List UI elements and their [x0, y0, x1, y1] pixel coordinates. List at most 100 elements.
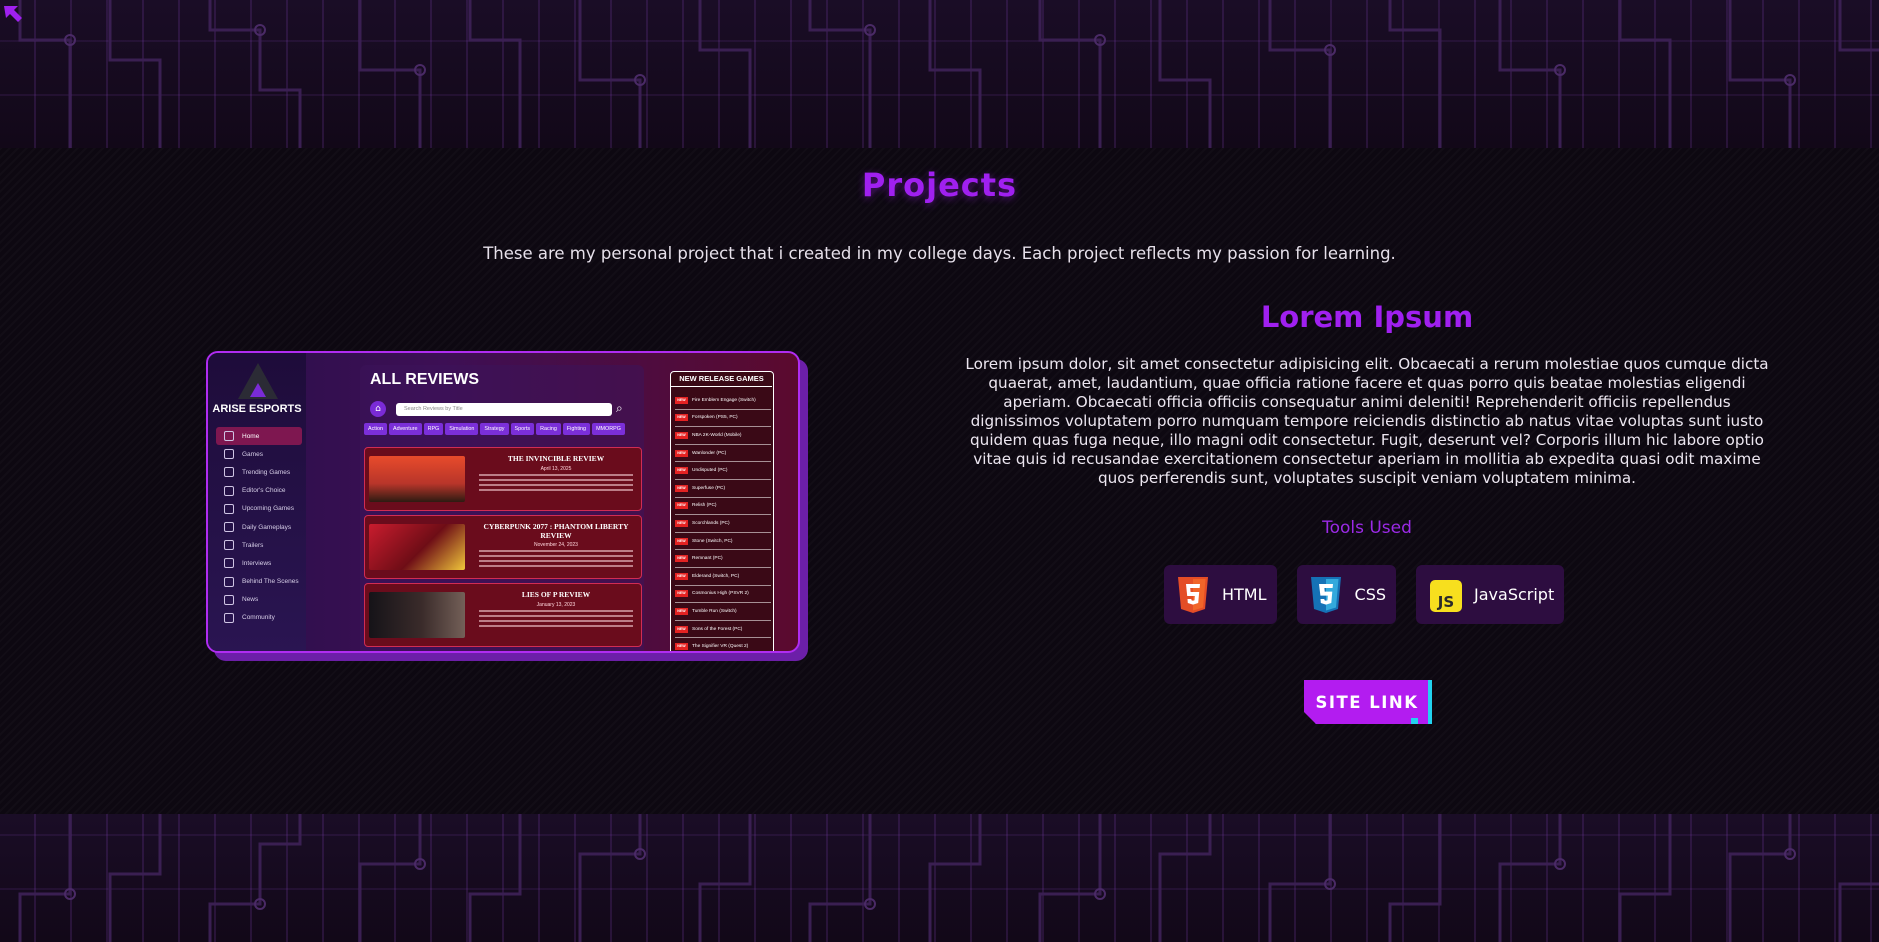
project-description: Lorem ipsum dolor, sit amet consectetur … — [965, 355, 1769, 487]
preview-brand: ARISE ESPORTS — [212, 403, 302, 415]
preview-categories: Action Adventure RPG Simulation Strategy… — [364, 423, 644, 435]
review-thumbnail — [369, 456, 465, 502]
preview-nav-item: Upcoming Games — [216, 500, 302, 518]
preview-nav-item: Trailers — [216, 536, 302, 554]
review-date: April 13, 2025 — [540, 466, 572, 472]
preview-nav-item: Community — [216, 609, 302, 627]
preview-home-icon: ⌂ — [370, 401, 386, 417]
circuit-pattern — [18, 0, 1879, 148]
scroll-top-arrow-icon[interactable] — [0, 2, 26, 28]
tool-html: HTML — [1164, 565, 1277, 624]
camera-icon — [224, 576, 234, 587]
release-item: NEW Cosmonius High (PSVR 2) — [675, 586, 771, 604]
release-item: NEW NBA 2K-World (Mobile) — [675, 427, 771, 445]
review-title: THE INVINCIBLE REVIEW — [507, 454, 605, 463]
preview-nav-item: Trending Games — [216, 463, 302, 481]
preview-nav-item: Behind The Scenes — [216, 573, 302, 591]
preview-main: ALL REVIEWS ⌂ Search Reviews by Title ⌕ … — [360, 365, 644, 653]
section-title: Projects — [861, 166, 1018, 204]
review-date: November 24, 2023 — [534, 542, 578, 548]
release-item: NEW Forspoken (PS5, PC) — [675, 410, 771, 428]
tool-javascript: JS JavaScript — [1416, 565, 1565, 624]
preview-sidebar: ARISE ESPORTS Home Games Trending Games … — [208, 353, 306, 651]
list-icon — [224, 522, 234, 533]
preview-category: RPG — [423, 423, 444, 435]
html5-icon — [1178, 576, 1208, 613]
tool-label: CSS — [1354, 585, 1387, 604]
release-item: NEW Sons of the Forest (PC) — [675, 621, 771, 639]
review-thumbnail — [369, 592, 465, 638]
calendar-icon — [224, 503, 234, 514]
review-text — [479, 550, 633, 570]
release-item: NEW Undisputed (PC) — [675, 462, 771, 480]
preview-nav-item: Games — [216, 445, 302, 463]
release-item: NEW The Signifier VR (Quest 2) — [675, 638, 771, 651]
preview-category: Strategy — [480, 423, 509, 435]
release-list: NEW Fire Emblem Engage (Switch) NEW Forspo… — [675, 392, 771, 651]
preview-category: Fighting — [562, 423, 591, 435]
tool-label: HTML — [1222, 585, 1267, 604]
preview-page-title: ALL REVIEWS — [370, 371, 480, 388]
review-title: CYBERPUNK 2077 : PHANTOM LIBERTY REVIEW — [483, 522, 629, 540]
project-title: Lorem Ipsum — [1260, 300, 1474, 334]
preview-nav: Home Games Trending Games Editor's Choic… — [216, 427, 302, 627]
project-preview: ARISE ESPORTS Home Games Trending Games … — [206, 351, 808, 661]
javascript-icon: JS — [1430, 579, 1463, 612]
site-link-accent — [1428, 680, 1432, 724]
preview-frame: ARISE ESPORTS Home Games Trending Games … — [206, 351, 800, 653]
preview-nav-item: Interviews — [216, 554, 302, 572]
community-icon — [224, 612, 234, 623]
preview-category: MMORPG — [592, 423, 625, 435]
news-icon — [224, 594, 234, 605]
release-item: NEW Fire Emblem Engage (Switch) — [675, 392, 771, 410]
play-icon — [224, 540, 234, 551]
preview-category: Sports — [510, 423, 535, 435]
circuit-background-top — [0, 0, 1879, 148]
svg-text:JS: JS — [1437, 593, 1454, 611]
tool-css: CSS — [1296, 565, 1397, 624]
microphone-icon — [224, 558, 234, 569]
arise-logo-icon — [238, 363, 278, 399]
projects-section: Projects These are my personal project t… — [0, 148, 1879, 814]
preview-category: Simulation — [445, 423, 479, 435]
release-item: NEW Elderand (Switch, PC) — [675, 568, 771, 586]
release-item: NEW Stone (Switch, PC) — [675, 533, 771, 551]
preview-nav-item: Editor's Choice — [216, 482, 302, 500]
circuit-background-bottom — [0, 814, 1879, 942]
release-panel-title: NEW RELEASE GAMES — [671, 374, 772, 387]
home-icon — [224, 431, 234, 442]
tool-label: JavaScript — [1474, 585, 1555, 604]
tools-list: HTML CSS JS JavaScript — [1164, 565, 1565, 624]
preview-review-card: THE INVINCIBLE REVIEW April 13, 2025 — [364, 447, 642, 511]
preview-review-card: CYBERPUNK 2077 : PHANTOM LIBERTY REVIEW … — [364, 515, 642, 579]
preview-category: Racing — [536, 423, 561, 435]
search-icon: ⌕ — [616, 401, 623, 415]
trending-icon — [224, 467, 234, 478]
review-title: LIES OF P REVIEW — [521, 590, 591, 599]
preview-category: Adventure — [388, 423, 422, 435]
tools-used-label: Tools Used — [1322, 518, 1412, 538]
preview-nav-item: Home — [216, 427, 302, 446]
section-subtitle: These are my personal project that i cre… — [483, 244, 1396, 263]
review-text — [479, 474, 633, 494]
release-item: NEW Tumble Run (Switch) — [675, 603, 771, 621]
release-item: NEW Relish (PC) — [675, 498, 771, 516]
gamepad-icon — [224, 449, 234, 460]
badge-icon — [224, 485, 234, 496]
release-item: NEW Superfuse (PC) — [675, 480, 771, 498]
review-text — [479, 610, 633, 630]
preview-review-card: LIES OF P REVIEW January 13, 2023 — [364, 583, 642, 647]
preview-nav-item: News — [216, 591, 302, 609]
release-item: NEW Scorchlands (PC) — [675, 515, 771, 533]
release-item: NEW Wanlonder (PC) — [675, 445, 771, 463]
site-link-corner — [1411, 718, 1418, 724]
css3-icon — [1310, 576, 1341, 613]
review-thumbnail — [369, 524, 465, 570]
circuit-pattern — [18, 814, 1879, 942]
preview-nav-item: Daily Gameplays — [216, 518, 302, 536]
review-date: January 13, 2023 — [536, 602, 576, 608]
preview-release-panel: NEW RELEASE GAMES NEW Fire Emblem Engage … — [670, 371, 774, 651]
preview-search: Search Reviews by Title — [396, 403, 612, 416]
release-item: NEW Remnant (PC) — [675, 550, 771, 568]
preview-review-card — [364, 651, 642, 653]
